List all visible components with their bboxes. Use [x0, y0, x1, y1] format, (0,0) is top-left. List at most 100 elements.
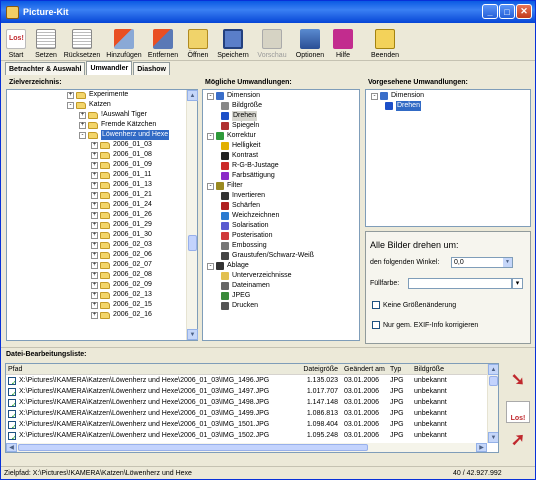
table-row[interactable]: ✓X:\Pictures\!KAMERA\Katzen\Löwenherz un… [6, 386, 498, 397]
file-list-vscrollbar[interactable]: ▲ ▼ [487, 364, 498, 443]
tree-conversion-item[interactable]: Invertieren [203, 191, 359, 201]
expand-toggle-icon[interactable]: + [91, 231, 98, 239]
expand-toggle-icon[interactable]: + [91, 221, 98, 229]
toolbar-button-set[interactable]: Setzen [31, 23, 61, 61]
table-row[interactable]: ✓X:\Pictures\!KAMERA\Katzen\Löwenherz un… [6, 408, 498, 419]
toolbar-button-save[interactable]: Speichern [215, 23, 251, 61]
tree-conversion-item[interactable]: - Dimension [366, 91, 530, 101]
tree-folder-item[interactable]: +2006_01_08 [7, 150, 187, 160]
tree-conversion-item[interactable]: Drehen [366, 101, 530, 111]
tree-conversion-item[interactable]: Solarisation [203, 221, 359, 231]
row-checkbox[interactable]: ✓ [8, 420, 16, 429]
tree-folder-item[interactable]: +2006_02_13 [7, 290, 187, 300]
expand-toggle-icon[interactable]: + [79, 121, 86, 129]
expand-toggle-icon[interactable]: + [91, 181, 98, 189]
tree-folder-item[interactable]: +2006_01_09 [7, 160, 187, 170]
move-back-button[interactable]: ➚ [503, 425, 533, 455]
tree-conversion-item[interactable]: - Dimension [203, 91, 359, 101]
tree-folder-item[interactable]: +2006_01_26 [7, 210, 187, 220]
toolbar-button-folder-open[interactable]: Öffnen [181, 23, 215, 61]
expand-toggle-icon[interactable]: + [91, 161, 98, 169]
column-header[interactable]: Geändert am [342, 364, 388, 374]
fill-color-input[interactable] [408, 278, 512, 289]
file-list-hscrollbar[interactable]: ◀ ▶ [6, 443, 487, 452]
close-button[interactable]: ✕ [516, 4, 532, 19]
expand-toggle-icon[interactable]: - [371, 92, 378, 100]
toolbar-button-help[interactable]: Hilfe [327, 23, 359, 61]
tree-conversion-item[interactable]: Spiegeln [203, 121, 359, 131]
toolbar-button-reset[interactable]: Rücksetzen [61, 23, 103, 61]
fill-color-dropdown[interactable]: ▾ [512, 278, 523, 289]
exif-only-checkbox[interactable]: Nur gem. EXIF-Info korrigieren [372, 321, 478, 329]
tree-conversion-item[interactable]: Posterisation [203, 231, 359, 241]
tree-folder-item[interactable]: +2006_01_03 [7, 140, 187, 150]
tree-folder-item[interactable]: +2006_02_07 [7, 260, 187, 270]
title-bar[interactable]: Picture-Kit _ □ ✕ [1, 1, 535, 23]
column-header[interactable]: Pfad [6, 364, 298, 374]
tree-folder-item[interactable]: +2006_02_16 [7, 310, 187, 320]
column-header[interactable]: Dateigröße [298, 364, 342, 374]
hscroll-thumb[interactable] [18, 444, 368, 451]
tree-folder-item[interactable]: +2006_01_29 [7, 220, 187, 230]
tree-conversion-item[interactable]: Farbsättigung [203, 171, 359, 181]
table-row[interactable]: ✓X:\Pictures\!KAMERA\Katzen\Löwenherz un… [6, 430, 498, 441]
tab-converter[interactable]: Umwandler [86, 61, 133, 75]
expand-toggle-icon[interactable]: + [91, 151, 98, 159]
toolbar-button-add[interactable]: Hinzufügen [103, 23, 145, 61]
toolbar-button-remove[interactable]: Entfernen [145, 23, 181, 61]
tab-viewer[interactable]: Betrachter & Auswahl [5, 62, 86, 75]
tree-folder-item[interactable]: +2006_02_08 [7, 270, 187, 280]
tree-folder-item[interactable]: +2006_02_15 [7, 300, 187, 310]
table-row[interactable]: ✓X:\Pictures\!KAMERA\Katzen\Löwenherz un… [6, 419, 498, 430]
tree-conversion-item[interactable]: Unterverzeichnisse [203, 271, 359, 281]
tree-folder-item[interactable]: +2006_01_21 [7, 190, 187, 200]
checkbox-icon[interactable] [372, 301, 380, 309]
folder-tree-scrollbar[interactable]: ▲ ▼ [186, 90, 198, 340]
scroll-down-button[interactable]: ▼ [488, 432, 498, 443]
expand-toggle-icon[interactable]: + [91, 291, 98, 299]
expand-toggle-icon[interactable]: + [91, 211, 98, 219]
tree-folder-item[interactable]: +2006_01_13 [7, 180, 187, 190]
tree-conversion-item[interactable]: Drehen [203, 111, 359, 121]
maximize-button[interactable]: □ [499, 4, 515, 19]
tab-slideshow[interactable]: Diashow [133, 62, 171, 75]
tree-folder-item[interactable]: +2006_02_06 [7, 250, 187, 260]
row-checkbox[interactable]: ✓ [8, 387, 16, 396]
tree-conversion-item[interactable]: Helligkeit [203, 141, 359, 151]
start-conversion-button[interactable]: Los! [503, 397, 533, 427]
checkbox-icon[interactable] [372, 321, 380, 329]
minimize-button[interactable]: _ [482, 4, 498, 19]
table-row[interactable]: ✓X:\Pictures\!KAMERA\Katzen\Löwenherz un… [6, 375, 498, 386]
scroll-right-button[interactable]: ▶ [476, 443, 487, 452]
tree-conversion-item[interactable]: Bildgröße [203, 101, 359, 111]
angle-input[interactable]: 0,0 ▼ [451, 257, 513, 268]
tree-conversion-item[interactable]: Graustufen/Schwarz-Weiß [203, 251, 359, 261]
scroll-up-button[interactable]: ▲ [488, 364, 498, 375]
tree-conversion-item[interactable]: Schärfen [203, 201, 359, 211]
tree-folder-item[interactable]: - Katzen [7, 100, 187, 110]
tree-folder-item[interactable]: + !Auswahl Tiger [7, 110, 187, 120]
toolbar-button-options[interactable]: Optionen [293, 23, 327, 61]
tree-conversion-item[interactable]: JPEG [203, 291, 359, 301]
row-checkbox[interactable]: ✓ [8, 431, 16, 440]
expand-toggle-icon[interactable]: + [91, 301, 98, 309]
tree-conversion-item[interactable]: Dateinamen [203, 281, 359, 291]
tree-conversion-item[interactable]: Embossing [203, 241, 359, 251]
no-resize-checkbox[interactable]: Keine Größenänderung [372, 301, 456, 309]
tree-folder-item[interactable]: +2006_01_30 [7, 230, 187, 240]
tree-conversion-item[interactable]: - Korrektur [203, 131, 359, 141]
tree-folder-item[interactable]: - Löwenherz und Hexe [7, 130, 187, 140]
expand-toggle-icon[interactable]: + [91, 241, 98, 249]
tree-folder-item[interactable]: + Fremde Kätzchen [7, 120, 187, 130]
expand-toggle-icon[interactable]: + [91, 261, 98, 269]
tree-folder-item[interactable]: +2006_02_09 [7, 280, 187, 290]
row-checkbox[interactable]: ✓ [8, 409, 16, 418]
expand-toggle-icon[interactable]: + [91, 141, 98, 149]
expand-toggle-icon[interactable]: + [91, 251, 98, 259]
column-header[interactable]: Typ [388, 364, 412, 374]
tree-conversion-item[interactable]: Kontrast [203, 151, 359, 161]
expand-toggle-icon[interactable]: - [79, 131, 86, 139]
move-to-list-button[interactable]: ➘ [503, 365, 533, 395]
expand-toggle-icon[interactable]: - [207, 262, 214, 270]
expand-toggle-icon[interactable]: - [67, 101, 74, 109]
